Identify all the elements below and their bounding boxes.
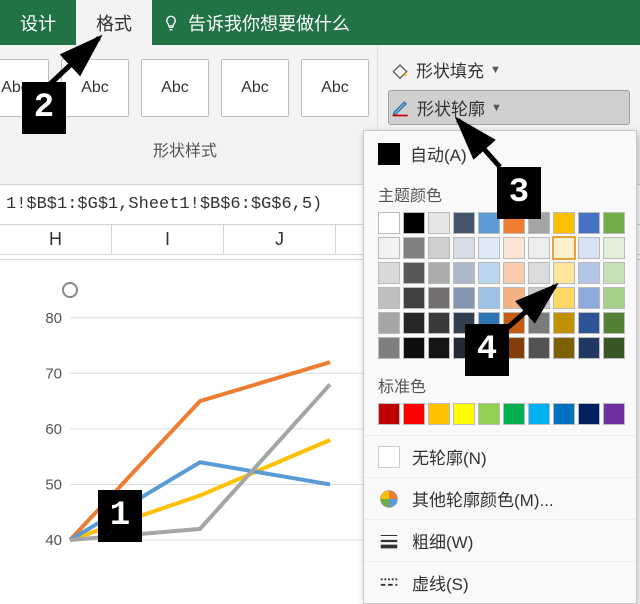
pen-outline-icon <box>391 98 411 118</box>
dashes-label: 虚线(S) <box>412 570 469 595</box>
color-swatch[interactable] <box>378 262 400 284</box>
callout-1: 1 <box>98 490 142 542</box>
color-swatch[interactable] <box>553 337 575 359</box>
no-outline-item[interactable]: 无轮廓(N) <box>364 435 636 477</box>
color-swatch[interactable] <box>603 212 625 234</box>
color-swatch[interactable] <box>478 237 500 259</box>
color-wheel-icon <box>378 488 400 510</box>
color-swatch[interactable] <box>528 403 550 425</box>
col-header[interactable]: I <box>112 225 224 254</box>
svg-text:40: 40 <box>45 532 62 549</box>
color-swatch[interactable] <box>403 403 425 425</box>
color-swatch[interactable] <box>503 237 525 259</box>
color-swatch[interactable] <box>578 262 600 284</box>
color-swatch[interactable] <box>603 337 625 359</box>
color-swatch[interactable] <box>403 312 425 334</box>
color-swatch[interactable] <box>378 312 400 334</box>
standard-color-row <box>364 401 636 435</box>
paint-bucket-icon <box>390 60 410 80</box>
color-swatch[interactable] <box>578 287 600 309</box>
callout-2: 2 <box>22 82 66 134</box>
color-swatch[interactable] <box>428 403 450 425</box>
svg-text:80: 80 <box>45 310 62 327</box>
color-swatch[interactable] <box>478 262 500 284</box>
color-swatch[interactable] <box>453 212 475 234</box>
color-swatch[interactable] <box>403 212 425 234</box>
color-swatch[interactable] <box>453 287 475 309</box>
color-swatch[interactable] <box>428 262 450 284</box>
style-preset[interactable]: Abc <box>141 59 209 117</box>
more-colors-label: 其他轮廓颜色(M)... <box>412 486 554 511</box>
shape-fill-button[interactable]: 形状填充 ▼ <box>388 53 630 86</box>
more-colors-item[interactable]: 其他轮廓颜色(M)... <box>364 477 636 519</box>
arrow-2 <box>44 30 114 90</box>
color-swatch[interactable] <box>453 262 475 284</box>
color-swatch[interactable] <box>528 337 550 359</box>
col-header[interactable]: H <box>0 225 112 254</box>
color-swatch[interactable] <box>453 403 475 425</box>
color-swatch[interactable] <box>428 287 450 309</box>
tell-me-label: 告诉我你想要做什么 <box>188 10 350 36</box>
color-swatch[interactable] <box>478 403 500 425</box>
svg-text:50: 50 <box>45 476 62 493</box>
color-swatch[interactable] <box>578 237 600 259</box>
col-header[interactable]: J <box>224 225 336 254</box>
color-swatch[interactable] <box>403 287 425 309</box>
style-preset[interactable]: Abc <box>221 59 289 117</box>
style-preset[interactable]: Abc <box>301 59 369 117</box>
chevron-down-icon: ▼ <box>490 64 501 76</box>
color-swatch[interactable] <box>378 287 400 309</box>
svg-text:60: 60 <box>45 421 62 438</box>
color-swatch[interactable] <box>578 212 600 234</box>
color-swatch[interactable] <box>553 403 575 425</box>
color-swatch[interactable] <box>478 287 500 309</box>
color-swatch[interactable] <box>578 337 600 359</box>
lightbulb-icon <box>162 14 180 32</box>
color-swatch[interactable] <box>378 237 400 259</box>
arrow-3 <box>450 112 510 172</box>
color-swatch[interactable] <box>403 337 425 359</box>
shape-fill-label: 形状填充 <box>416 57 484 82</box>
color-swatch[interactable] <box>428 237 450 259</box>
color-swatch[interactable] <box>403 237 425 259</box>
weight-item[interactable]: 粗细(W) <box>364 519 636 561</box>
color-swatch[interactable] <box>553 237 575 259</box>
svg-text:70: 70 <box>45 365 62 382</box>
line-weight-icon <box>378 530 400 552</box>
no-outline-icon <box>378 446 400 468</box>
group-label-shape-styles: 形状样式 <box>1 137 369 161</box>
weight-label: 粗细(W) <box>412 528 473 553</box>
color-swatch[interactable] <box>378 403 400 425</box>
chart-svg: 80 70 60 50 40 <box>30 270 390 550</box>
dashes-icon <box>378 572 400 594</box>
color-swatch[interactable] <box>603 403 625 425</box>
color-swatch[interactable] <box>553 212 575 234</box>
color-swatch[interactable] <box>453 237 475 259</box>
color-swatch[interactable] <box>603 312 625 334</box>
color-swatch[interactable] <box>603 262 625 284</box>
color-swatch[interactable] <box>428 337 450 359</box>
color-swatch[interactable] <box>403 262 425 284</box>
color-swatch[interactable] <box>578 312 600 334</box>
color-swatch[interactable] <box>603 237 625 259</box>
dashes-item[interactable]: 虚线(S) <box>364 561 636 603</box>
callout-4: 4 <box>465 324 509 376</box>
callout-3: 3 <box>497 167 541 219</box>
color-swatch[interactable] <box>428 312 450 334</box>
color-swatch[interactable] <box>528 237 550 259</box>
color-swatch[interactable] <box>378 337 400 359</box>
color-swatch[interactable] <box>603 287 625 309</box>
no-outline-label: 无轮廓(N) <box>412 444 487 469</box>
color-swatch[interactable] <box>578 403 600 425</box>
color-swatch[interactable] <box>378 212 400 234</box>
tell-me-search[interactable]: 告诉我你想要做什么 <box>162 10 350 36</box>
arrow-4 <box>500 280 570 340</box>
color-swatch[interactable] <box>503 403 525 425</box>
color-swatch[interactable] <box>428 212 450 234</box>
auto-color-swatch <box>378 143 400 165</box>
